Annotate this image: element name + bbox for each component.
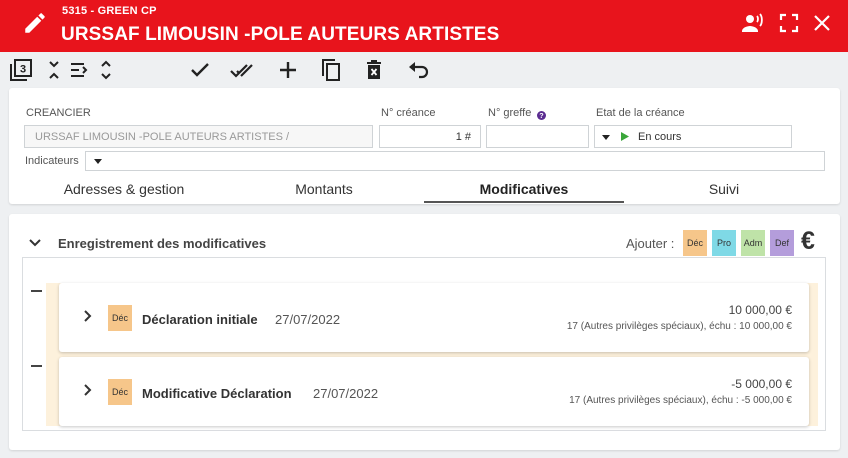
entry-detail: 17 (Autres privilèges spéciaux), échu : … bbox=[569, 395, 792, 406]
num-greffe-field[interactable] bbox=[486, 125, 589, 148]
entry-amount: -5 000,00 € bbox=[731, 377, 792, 391]
chevron-right-icon[interactable] bbox=[80, 383, 94, 397]
active-tab-indicator bbox=[424, 201, 624, 203]
undo-icon[interactable] bbox=[407, 58, 431, 82]
svg-text:3: 3 bbox=[20, 64, 26, 76]
chevron-down-icon[interactable] bbox=[28, 236, 42, 250]
help-icon[interactable]: ? bbox=[537, 111, 546, 120]
etat-label: Etat de la créance bbox=[596, 107, 685, 119]
creancier-field[interactable]: URSSAF LIMOUSIN -POLE AUTEURS ARTISTES / bbox=[24, 125, 373, 148]
creancier-label: CREANCIER bbox=[26, 107, 91, 119]
collapse-all-icon[interactable] bbox=[42, 58, 66, 82]
header-subtitle: 5315 - GREEN CP bbox=[62, 5, 157, 17]
add-icon[interactable] bbox=[276, 58, 300, 82]
section-title: Enregistrement des modificatives bbox=[58, 236, 267, 251]
entry-amount: 10 000,00 € bbox=[728, 303, 792, 317]
num-creance-label: N° créance bbox=[381, 107, 436, 119]
list-indent-icon[interactable] bbox=[68, 58, 92, 82]
close-icon[interactable] bbox=[810, 11, 834, 35]
chevron-down-icon bbox=[602, 135, 610, 140]
entry-name: Déclaration initiale bbox=[142, 312, 258, 327]
play-status-icon bbox=[621, 132, 629, 141]
fullscreen-icon[interactable] bbox=[777, 11, 801, 35]
expand-all-icon[interactable] bbox=[94, 58, 118, 82]
num-greffe-label: N° greffe bbox=[488, 107, 532, 119]
collapse-dash-icon[interactable] bbox=[31, 290, 42, 292]
header-title: URSSAF LIMOUSIN -POLE AUTEURS ARTISTES bbox=[61, 24, 500, 45]
entry-tag: Déc bbox=[108, 379, 132, 405]
svg-text:?: ? bbox=[539, 111, 543, 120]
voice-person-icon[interactable] bbox=[741, 11, 765, 35]
add-adm-button[interactable]: Adm bbox=[741, 230, 765, 256]
filter-3-icon[interactable]: 3 bbox=[9, 58, 33, 82]
delete-icon[interactable] bbox=[362, 58, 386, 82]
chevron-right-icon[interactable] bbox=[80, 309, 94, 323]
euro-icon[interactable]: € bbox=[801, 227, 815, 256]
chevron-down-icon bbox=[94, 159, 102, 164]
list-item[interactable]: Déc Modificative Déclaration 27/07/2022 … bbox=[59, 357, 809, 426]
list-item[interactable]: Déc Déclaration initiale 27/07/2022 10 0… bbox=[59, 283, 809, 352]
copy-icon[interactable] bbox=[319, 58, 343, 82]
indicateurs-label: Indicateurs bbox=[25, 155, 79, 167]
collapse-dash-icon[interactable] bbox=[31, 365, 42, 367]
tab-suivi[interactable]: Suivi bbox=[624, 181, 824, 203]
add-dec-button[interactable]: Déc bbox=[683, 230, 707, 256]
entry-tag: Déc bbox=[108, 305, 132, 331]
etat-value: En cours bbox=[638, 131, 682, 143]
add-pro-button[interactable]: Pro bbox=[712, 230, 736, 256]
tab-adresses-gestion[interactable]: Adresses & gestion bbox=[24, 181, 224, 203]
double-check-icon[interactable] bbox=[230, 58, 254, 82]
tab-montants[interactable]: Montants bbox=[224, 181, 424, 203]
title-bar: 5315 - GREEN CP URSSAF LIMOUSIN -POLE AU… bbox=[0, 0, 848, 52]
indicateurs-select[interactable] bbox=[85, 151, 825, 171]
ajouter-label: Ajouter : bbox=[626, 236, 675, 251]
entry-date: 27/07/2022 bbox=[275, 312, 341, 327]
entry-name: Modificative Déclaration bbox=[142, 386, 292, 401]
etat-select[interactable]: En cours bbox=[594, 125, 792, 148]
check-icon[interactable] bbox=[188, 58, 212, 82]
edit-pencil-icon[interactable] bbox=[22, 10, 48, 36]
num-creance-field[interactable]: 1 # bbox=[379, 125, 481, 148]
add-def-button[interactable]: Def bbox=[770, 230, 794, 256]
toolbar: 3 bbox=[0, 52, 848, 88]
entry-detail: 17 (Autres privilèges spéciaux), échu : … bbox=[566, 321, 792, 332]
entry-date: 27/07/2022 bbox=[313, 386, 379, 401]
tab-modificatives[interactable]: Modificatives bbox=[424, 181, 624, 203]
